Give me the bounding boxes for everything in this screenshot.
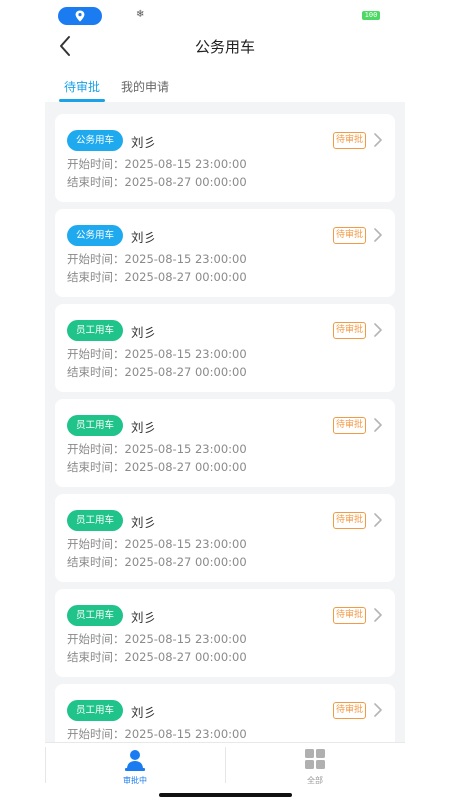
request-card[interactable]: 员工用车刘彡待审批开始时间：2025-08-15 23:00:00结束时间：20… <box>55 494 395 582</box>
vehicle-type-badge: 员工用车 <box>67 605 123 626</box>
start-time-label: 开始时间： <box>67 727 125 741</box>
page-title: 公务用车 <box>194 38 255 56</box>
status-badge: 待审批 <box>333 512 366 529</box>
end-time-value: 2025-08-27 00:00:00 <box>124 460 247 474</box>
applicant-name: 刘彡 <box>131 135 157 150</box>
chevron-right-icon[interactable] <box>373 323 383 337</box>
start-time-row: 开始时间：2025-08-15 23:00:00 <box>67 441 247 457</box>
bottom-tab-label: 全部 <box>307 776 323 785</box>
end-time-label: 结束时间： <box>67 460 125 474</box>
tab-bar: 待审批 我的申请 <box>0 72 450 102</box>
end-time-label: 结束时间： <box>67 270 125 284</box>
start-time-value: 2025-08-15 23:00:00 <box>124 727 247 741</box>
chevron-right-icon[interactable] <box>373 703 383 717</box>
home-indicator <box>159 793 292 797</box>
start-time-value: 2025-08-15 23:00:00 <box>124 157 247 171</box>
snowflake-icon: ❄ <box>136 9 145 20</box>
vehicle-type-badge: 员工用车 <box>67 700 123 721</box>
end-time-value: 2025-08-27 00:00:00 <box>124 555 247 569</box>
applicant-name: 刘彡 <box>131 420 157 435</box>
vehicle-type-badge: 公务用车 <box>67 130 123 151</box>
request-card[interactable]: 公务用车 刘彡 待审批 开始时间：2025-08-15 23:00:00 结束时间：20… <box>55 114 395 202</box>
status-badge: 待审批 <box>333 322 366 339</box>
vehicle-type-badge: 员工用车 <box>67 320 123 341</box>
chevron-right-icon[interactable] <box>373 228 383 242</box>
request-card[interactable]: 员工用车刘彡待审批开始时间：2025-08-15 23:00:00结束时间：20… <box>55 589 395 677</box>
status-bar: ❄ 100 <box>0 0 450 32</box>
bottom-nav: 审批中 全部 <box>45 742 405 786</box>
approval-person-icon <box>125 750 145 771</box>
vehicle-type-badge: 员工用车 <box>67 415 123 436</box>
chevron-right-icon[interactable] <box>373 513 383 527</box>
status-badge: 待审批 <box>333 607 366 624</box>
end-time-row: 结束时间：2025-08-27 00:00:00 <box>67 269 247 285</box>
end-time-row: 结束时间：2025-08-27 00:00:00 <box>67 364 247 380</box>
status-badge: 待审批 <box>333 227 366 244</box>
tab-pending-approval[interactable]: 待审批 <box>64 78 100 95</box>
end-time-label: 结束时间： <box>67 650 125 664</box>
applicant-name: 刘彡 <box>131 705 157 720</box>
start-time-value: 2025-08-15 23:00:00 <box>124 442 247 456</box>
bottom-tab-label: 审批中 <box>123 776 147 785</box>
bottom-tab-all[interactable]: 全部 <box>225 743 405 787</box>
start-time-row: 开始时间：2025-08-15 23:00:00 <box>67 536 247 552</box>
nav-bar: 公务用车 <box>0 30 450 62</box>
battery-indicator: 100 <box>362 11 380 20</box>
start-time-value: 2025-08-15 23:00:00 <box>124 537 247 551</box>
grid-icon <box>305 749 325 769</box>
end-time-label: 结束时间： <box>67 365 125 379</box>
end-time-value: 2025-08-27 00:00:00 <box>124 650 247 664</box>
end-time-label: 结束时间： <box>67 175 125 189</box>
bottom-tab-in-approval[interactable]: 审批中 <box>45 743 225 787</box>
start-time-label: 开始时间： <box>67 442 125 456</box>
start-time-label: 开始时间： <box>67 632 125 646</box>
status-badge: 待审批 <box>333 417 366 434</box>
start-time-row: 开始时间：2025-08-15 23:00:00 <box>67 726 247 742</box>
end-time-value: 2025-08-27 00:00:00 <box>124 175 247 189</box>
end-time-value: 2025-08-27 00:00:00 <box>124 365 247 379</box>
chevron-right-icon[interactable] <box>373 418 383 432</box>
applicant-name: 刘彡 <box>131 230 157 245</box>
request-list[interactable]: 公务用车 刘彡 待审批 开始时间：2025-08-15 23:00:00 结束时间：20… <box>45 102 405 742</box>
start-time-value: 2025-08-15 23:00:00 <box>124 252 247 266</box>
location-pin-icon <box>75 10 85 22</box>
end-time-row: 结束时间：2025-08-27 00:00:00 <box>67 649 247 665</box>
applicant-name: 刘彡 <box>131 325 157 340</box>
start-time-row: 开始时间：2025-08-15 23:00:00 <box>67 631 247 647</box>
chevron-right-icon[interactable] <box>373 608 383 622</box>
end-time-label: 结束时间： <box>67 555 125 569</box>
start-time-label: 开始时间： <box>67 157 125 171</box>
start-time-label: 开始时间： <box>67 347 125 361</box>
request-card[interactable]: 员工用车刘彡待审批开始时间：2025-08-15 23:00:00结束时间：20… <box>55 399 395 487</box>
end-time-value: 2025-08-27 00:00:00 <box>124 270 247 284</box>
request-card[interactable]: 员工用车刘彡待审批开始时间：2025-08-15 23:00:00结束时间：20… <box>55 304 395 392</box>
status-badge: 待审批 <box>333 702 366 719</box>
status-badge: 待审批 <box>333 132 366 149</box>
vehicle-type-badge: 公务用车 <box>67 225 123 246</box>
location-pill <box>58 7 102 25</box>
start-time-value: 2025-08-15 23:00:00 <box>124 632 247 646</box>
start-time-row: 开始时间：2025-08-15 23:00:00 <box>67 251 247 267</box>
vehicle-type-badge: 员工用车 <box>67 510 123 531</box>
end-time-row: 结束时间：2025-08-27 00:00:00 <box>67 554 247 570</box>
applicant-name: 刘彡 <box>131 515 157 530</box>
chevron-right-icon[interactable] <box>373 133 383 147</box>
request-card[interactable]: 员工用车刘彡待审批开始时间：2025-08-15 23:00:00结束时间：20… <box>55 684 395 742</box>
end-time-row: 结束时间：2025-08-27 00:00:00 <box>67 459 247 475</box>
start-time-row: 开始时间：2025-08-15 23:00:00 <box>67 346 247 362</box>
start-time-row: 开始时间：2025-08-15 23:00:00 <box>67 156 247 172</box>
applicant-name: 刘彡 <box>131 610 157 625</box>
start-time-label: 开始时间： <box>67 537 125 551</box>
start-time-label: 开始时间： <box>67 252 125 266</box>
end-time-row: 结束时间：2025-08-27 00:00:00 <box>67 174 247 190</box>
request-card[interactable]: 公务用车 刘彡 待审批 开始时间：2025-08-15 23:00:00 结束时间：20… <box>55 209 395 297</box>
tab-my-applications[interactable]: 我的申请 <box>121 78 169 95</box>
start-time-value: 2025-08-15 23:00:00 <box>124 347 247 361</box>
